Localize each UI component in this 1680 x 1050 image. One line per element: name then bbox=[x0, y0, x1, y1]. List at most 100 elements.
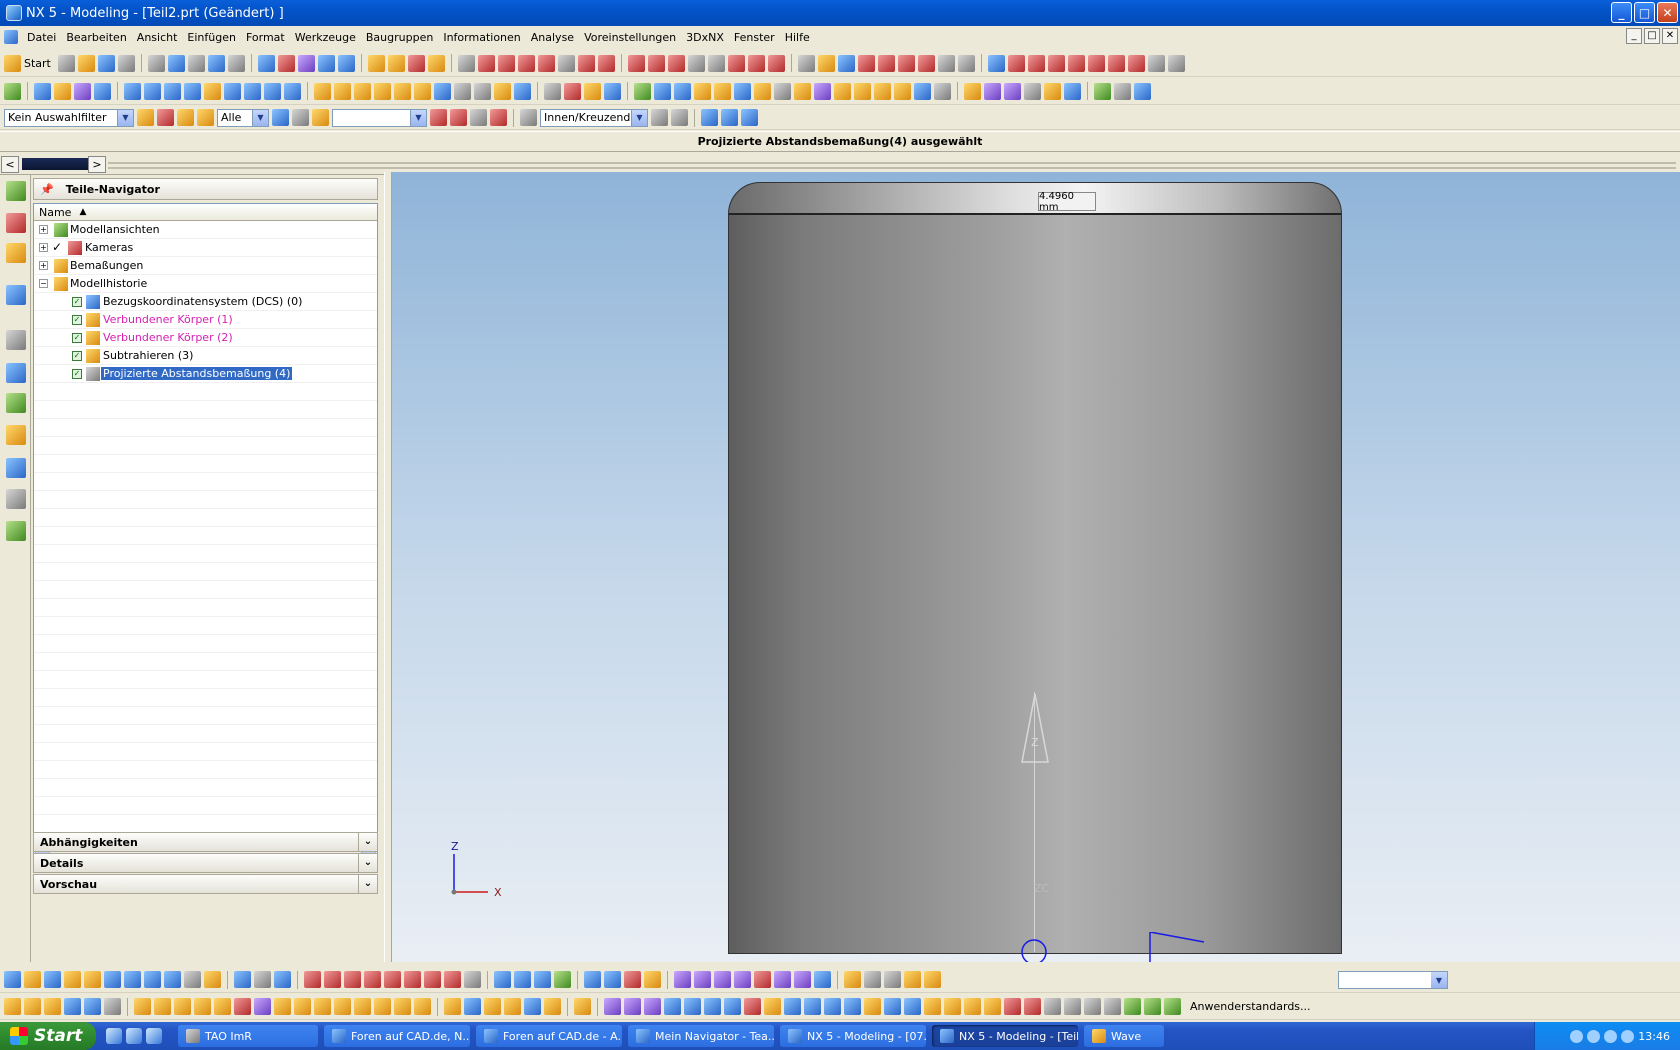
roles-icon[interactable] bbox=[6, 425, 26, 445]
tree-row[interactable] bbox=[34, 653, 377, 671]
move-view-icon[interactable] bbox=[714, 971, 731, 988]
line-icon[interactable] bbox=[627, 54, 645, 72]
snap-point-icon[interactable] bbox=[987, 54, 1005, 72]
polygon-icon[interactable] bbox=[767, 54, 785, 72]
end-point-icon[interactable] bbox=[1007, 54, 1025, 72]
tree-item-label[interactable]: Verbundener Körper (1) bbox=[103, 313, 233, 326]
palette-icon[interactable] bbox=[6, 393, 26, 413]
balloon-icon[interactable] bbox=[344, 971, 361, 988]
quick-extend-icon[interactable] bbox=[334, 998, 351, 1015]
visibility-checkbox[interactable]: ✓ bbox=[72, 297, 82, 307]
ruled-icon[interactable] bbox=[914, 82, 931, 100]
measure-angle-icon[interactable] bbox=[427, 54, 445, 72]
bead-icon[interactable] bbox=[904, 998, 921, 1015]
view-scale-icon[interactable] bbox=[794, 971, 811, 988]
maximize-button[interactable]: □ bbox=[1634, 2, 1655, 23]
horizontal-dimension-icon[interactable] bbox=[64, 971, 81, 988]
curve-rule-select[interactable]: ▼ bbox=[332, 108, 427, 127]
constraint-navigator-icon[interactable] bbox=[6, 243, 26, 263]
wcs-orient-icon[interactable] bbox=[604, 82, 621, 100]
role-label[interactable]: Anwenderstandards... bbox=[1190, 1000, 1311, 1013]
section-dependencies[interactable]: Abhängigkeiten ⌄ bbox=[33, 832, 378, 852]
display-options-icon[interactable] bbox=[1114, 82, 1131, 100]
new-file-icon[interactable] bbox=[57, 54, 75, 72]
i-form-icon[interactable] bbox=[644, 998, 661, 1015]
expand-toggle-icon[interactable]: − bbox=[39, 279, 48, 288]
x-icon[interactable] bbox=[754, 971, 771, 988]
tree-row[interactable] bbox=[34, 563, 377, 581]
fillet-curve-icon[interactable] bbox=[517, 54, 535, 72]
body-select-icon[interactable] bbox=[312, 109, 329, 126]
display-part-icon[interactable] bbox=[721, 109, 738, 126]
hole-table-icon[interactable] bbox=[444, 971, 461, 988]
sheet-metal-icon[interactable] bbox=[824, 998, 841, 1015]
tree-row[interactable] bbox=[34, 815, 377, 833]
diameter-dimension-icon[interactable] bbox=[164, 971, 181, 988]
expand-toggle-icon[interactable]: + bbox=[39, 225, 48, 234]
surface-finish-icon[interactable] bbox=[304, 971, 321, 988]
break-view-icon[interactable] bbox=[604, 971, 621, 988]
suppress-icon[interactable] bbox=[544, 998, 561, 1015]
hand-icon[interactable] bbox=[904, 971, 921, 988]
tree-row[interactable] bbox=[34, 779, 377, 797]
menu-bearbeiten[interactable]: Bearbeiten bbox=[61, 31, 131, 44]
menu-hilfe[interactable]: Hilfe bbox=[780, 31, 815, 44]
chevron-down-icon[interactable]: ⌄ bbox=[358, 854, 377, 872]
history-icon[interactable] bbox=[6, 330, 26, 350]
trim-icon[interactable] bbox=[477, 54, 495, 72]
visibility-checkbox[interactable]: ✓ bbox=[72, 369, 82, 379]
animate-dimension-icon[interactable] bbox=[234, 998, 251, 1015]
quadrant-point-icon[interactable] bbox=[1107, 54, 1125, 72]
tree-item-label[interactable]: Projizierte Abstandsbemaßung (4) bbox=[101, 367, 293, 380]
radius-dimension-icon[interactable] bbox=[184, 971, 201, 988]
hole-icon[interactable] bbox=[244, 82, 261, 100]
sketch-offset-icon[interactable] bbox=[254, 998, 271, 1015]
bounded-plane-icon[interactable] bbox=[874, 82, 891, 100]
tab-icon[interactable] bbox=[844, 998, 861, 1015]
tree-row[interactable] bbox=[34, 581, 377, 599]
vertical-dimension-icon[interactable] bbox=[84, 971, 101, 988]
menu-ansicht[interactable]: Ansicht bbox=[132, 31, 183, 44]
edit-parameters-icon[interactable] bbox=[524, 998, 541, 1015]
tree-row[interactable]: − Modellhistorie bbox=[34, 275, 377, 293]
x-form-icon[interactable] bbox=[624, 998, 641, 1015]
pmi-icon[interactable] bbox=[234, 971, 251, 988]
save-icon[interactable] bbox=[97, 54, 115, 72]
tree-row[interactable] bbox=[34, 761, 377, 779]
tree-item-label[interactable]: Verbundener Körper (2) bbox=[103, 331, 233, 344]
table-note-icon[interactable] bbox=[404, 971, 421, 988]
rectangle-icon[interactable] bbox=[747, 54, 765, 72]
dimension-label[interactable]: 4.4960 mm bbox=[1038, 191, 1096, 213]
inferred-dimension-icon[interactable] bbox=[44, 971, 61, 988]
menu-datei[interactable]: Datei bbox=[22, 31, 61, 44]
make-corner-icon[interactable] bbox=[354, 998, 371, 1015]
sew-icon[interactable] bbox=[674, 82, 691, 100]
tree-item-label[interactable]: Subtrahieren (3) bbox=[103, 349, 193, 362]
dimple-icon[interactable] bbox=[944, 998, 961, 1015]
unbend-icon[interactable] bbox=[804, 998, 821, 1015]
sketch-arc-icon[interactable] bbox=[84, 998, 101, 1015]
project-curve-icon[interactable] bbox=[897, 54, 915, 72]
weld-symbol-icon[interactable] bbox=[324, 971, 341, 988]
tree-row[interactable] bbox=[34, 401, 377, 419]
snap-center-icon[interactable] bbox=[490, 109, 507, 126]
rectangle-select-icon[interactable] bbox=[520, 109, 537, 126]
chevron-down-icon[interactable]: ⌄ bbox=[358, 833, 377, 851]
view-label-icon[interactable] bbox=[774, 971, 791, 988]
detail-view-icon[interactable] bbox=[554, 971, 571, 988]
doc-close-button[interactable]: ✕ bbox=[1662, 28, 1678, 44]
point-on-surface-icon[interactable] bbox=[1167, 54, 1185, 72]
menu-werkzeuge[interactable]: Werkzeuge bbox=[290, 31, 361, 44]
tray-network-icon[interactable] bbox=[1587, 1029, 1601, 1043]
extend-icon[interactable] bbox=[497, 54, 515, 72]
tree-row[interactable] bbox=[34, 797, 377, 815]
pocket-icon[interactable] bbox=[284, 82, 301, 100]
sketch-circle-icon[interactable] bbox=[64, 998, 81, 1015]
sketch-pattern-icon[interactable] bbox=[294, 998, 311, 1015]
taskbar-item[interactable]: NX 5 - Modeling - [07... bbox=[780, 1025, 926, 1047]
wcs-icon[interactable] bbox=[544, 82, 561, 100]
feature-group-icon[interactable] bbox=[574, 998, 591, 1015]
angular-dimension-icon[interactable] bbox=[144, 971, 161, 988]
centerline-icon[interactable] bbox=[364, 971, 381, 988]
chamfer-icon[interactable] bbox=[394, 82, 411, 100]
